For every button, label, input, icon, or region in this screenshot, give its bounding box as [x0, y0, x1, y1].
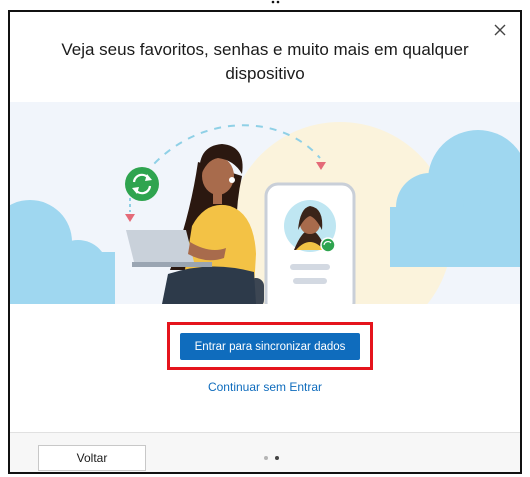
dialog-title: Veja seus favoritos, senhas e muito mais… [61, 40, 469, 83]
back-button[interactable]: Voltar [38, 445, 146, 471]
sync-dialog: Veja seus favoritos, senhas e muito mais… [8, 10, 522, 474]
phone [264, 182, 356, 304]
page-dot-1 [264, 456, 268, 460]
sync-illustration [10, 102, 520, 304]
pagination-dots [264, 456, 279, 460]
close-icon[interactable] [492, 22, 508, 38]
sync-icon [125, 167, 159, 201]
sign-in-sync-button[interactable]: Entrar para sincronizar dados [180, 333, 360, 360]
top-dots-mark [271, 0, 280, 4]
page-dot-2 [275, 456, 279, 460]
continue-without-sign-in-link[interactable]: Continuar sem Entrar [10, 380, 520, 394]
